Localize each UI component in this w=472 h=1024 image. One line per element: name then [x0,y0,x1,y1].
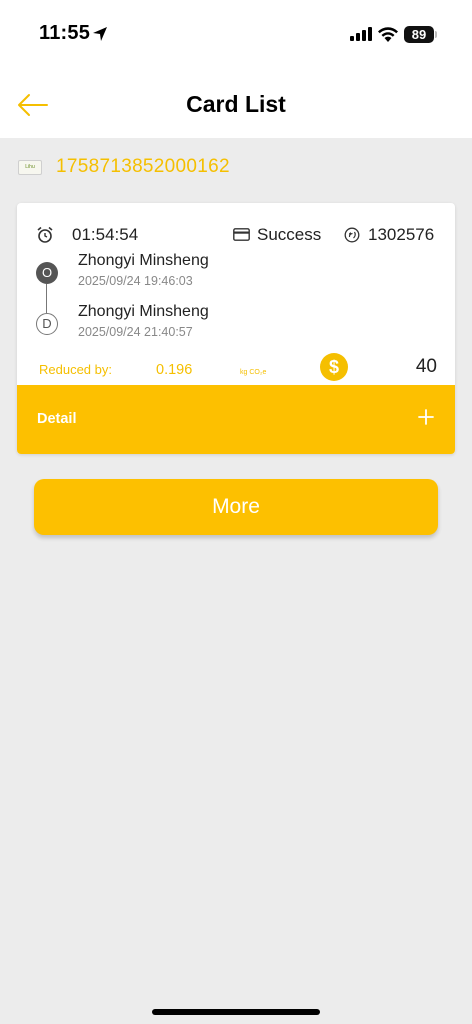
trip-duration: 01:54:54 [72,225,139,244]
page-header: Card List [0,68,472,138]
fare-amount: 40 [415,356,437,377]
alarm-clock-icon [37,226,53,243]
page-title: Card List [186,91,286,117]
more-button[interactable]: More [34,479,438,535]
location-arrow-icon [93,27,107,41]
origin-station: Zhongyi Minsheng [78,252,209,269]
detail-toggle[interactable]: Detail [17,385,455,454]
cellular-signal-icon [350,27,372,41]
origin-time: 2025/09/24 19:46:03 [78,274,193,288]
transaction-number: 1302576 [368,225,435,244]
plus-icon [418,409,434,425]
card-number: 1758713852000162 [56,156,230,177]
origin-badge: O [36,262,58,284]
battery-cap [435,31,437,38]
wifi-icon [378,27,398,42]
status-time: 11:55 [39,22,91,44]
battery-level: 89 [404,26,434,43]
payment-card-icon [233,228,250,241]
trip-card: 01:54:54 Success 1302576 O D Zhongyi Min… [17,203,455,454]
reduced-unit: kg CO₂e [240,369,267,376]
card-thumbnail: Lihu [18,160,42,175]
status-bar: 11:55 89 [0,0,472,68]
route-connector [46,284,47,313]
detail-label: Detail [37,411,77,427]
reduced-label: Reduced by: [39,362,112,377]
destination-time: 2025/09/24 21:40:57 [78,325,193,339]
home-indicator[interactable] [152,1009,320,1015]
destination-badge: D [36,313,58,335]
dollar-icon: $ [320,353,348,381]
payment-status: Success [257,225,322,244]
trip-summary-row: 01:54:54 Success 1302576 [17,223,455,247]
nfc-coin-icon [344,227,360,243]
destination-station: Zhongyi Minsheng [78,303,209,320]
reduced-value: 0.196 [156,362,193,378]
